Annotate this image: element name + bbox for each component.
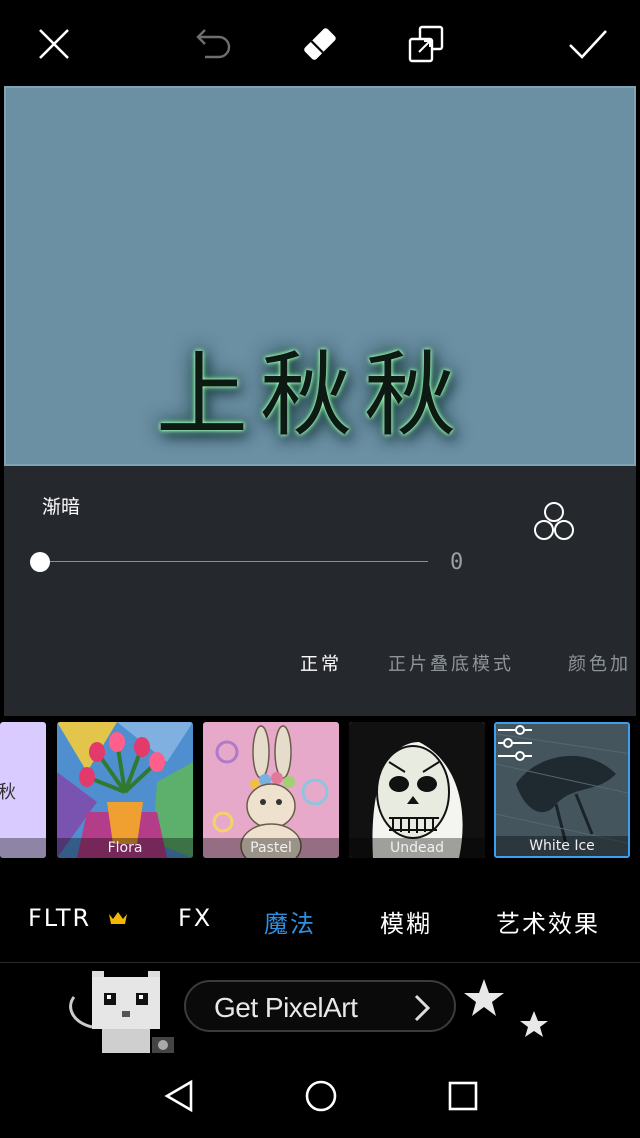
adjust-panel: 渐暗 0 正常 正片叠底模式 颜色加 bbox=[4, 466, 636, 716]
recents-square-icon bbox=[448, 1081, 478, 1111]
tab-fltr[interactable]: FLTR bbox=[28, 904, 91, 932]
thumb-label: Undead bbox=[349, 838, 485, 858]
effect-thumb-pastel[interactable]: Pastel bbox=[203, 722, 339, 858]
checkmark-icon bbox=[569, 30, 607, 59]
system-nav-bar bbox=[0, 1060, 640, 1138]
home-button[interactable] bbox=[296, 1074, 346, 1118]
layer-swap-button[interactable] bbox=[400, 18, 452, 70]
thumb-label: White Ice bbox=[496, 836, 628, 856]
effect-thumbnail-strip: 秋 Flora Pastel Undead White Ice bbox=[0, 722, 640, 858]
adjust-settings-icon[interactable] bbox=[496, 724, 534, 762]
sparkle-stars-icon bbox=[464, 979, 548, 1037]
tab-blur[interactable]: 模糊 bbox=[380, 904, 432, 939]
tab-artistic[interactable]: 艺术效果 bbox=[496, 904, 600, 939]
blend-mode-normal[interactable]: 正常 bbox=[300, 650, 342, 676]
image-canvas[interactable]: 上秋秋 bbox=[4, 86, 636, 466]
tab-magic[interactable]: 魔法 bbox=[264, 904, 316, 939]
undo-button[interactable] bbox=[186, 18, 238, 70]
thumb-label: Flora bbox=[57, 838, 193, 858]
eraser-icon bbox=[304, 28, 336, 60]
tab-fx[interactable]: FX bbox=[178, 904, 212, 932]
blend-mode-list: 正常 正片叠底模式 颜色加 bbox=[4, 650, 636, 680]
effect-thumb-flora[interactable]: Flora bbox=[57, 722, 193, 858]
partial-thumb-text: 秋 bbox=[0, 782, 16, 803]
effect-thumb-white-ice[interactable]: White Ice bbox=[494, 722, 630, 858]
recents-button[interactable] bbox=[438, 1074, 488, 1118]
close-button[interactable] bbox=[28, 18, 80, 70]
canvas-text: 上秋秋 bbox=[156, 342, 469, 449]
blend-mode-add[interactable]: 颜色加 bbox=[568, 650, 631, 676]
home-circle-icon bbox=[305, 1080, 337, 1112]
slider-track bbox=[40, 561, 428, 562]
back-button[interactable] bbox=[154, 1074, 204, 1118]
blend-mode-icon[interactable] bbox=[530, 500, 578, 544]
back-triangle-icon bbox=[164, 1079, 193, 1113]
layer-swap-icon bbox=[408, 25, 444, 63]
pixel-mascot-icon bbox=[69, 971, 174, 1053]
close-icon bbox=[39, 29, 69, 59]
panel-title: 渐暗 bbox=[42, 496, 81, 518]
eraser-button[interactable] bbox=[294, 18, 346, 70]
slider-value: 0 bbox=[450, 550, 464, 575]
category-tabs: FLTR FX 魔法 模糊 艺术效果 bbox=[0, 884, 640, 962]
effect-thumb-partial[interactable]: 秋 bbox=[0, 722, 46, 858]
crown-icon bbox=[109, 912, 127, 924]
thumb-label: Pastel bbox=[203, 838, 339, 858]
slider-thumb[interactable] bbox=[30, 552, 50, 572]
thumb-label bbox=[0, 838, 46, 858]
top-toolbar bbox=[0, 0, 640, 86]
blend-mode-multiply[interactable]: 正片叠底模式 bbox=[388, 650, 514, 676]
ad-button-text: Get PixelArt bbox=[214, 992, 358, 1023]
ad-banner[interactable]: Get PixelArt bbox=[0, 963, 640, 1060]
chevron-right-icon bbox=[414, 994, 430, 1022]
apply-button[interactable] bbox=[562, 18, 614, 70]
effect-thumb-undead[interactable]: Undead bbox=[349, 722, 485, 858]
undo-icon bbox=[196, 29, 231, 59]
get-pixelart-button[interactable]: Get PixelArt bbox=[184, 980, 456, 1032]
fade-slider[interactable] bbox=[30, 552, 428, 572]
